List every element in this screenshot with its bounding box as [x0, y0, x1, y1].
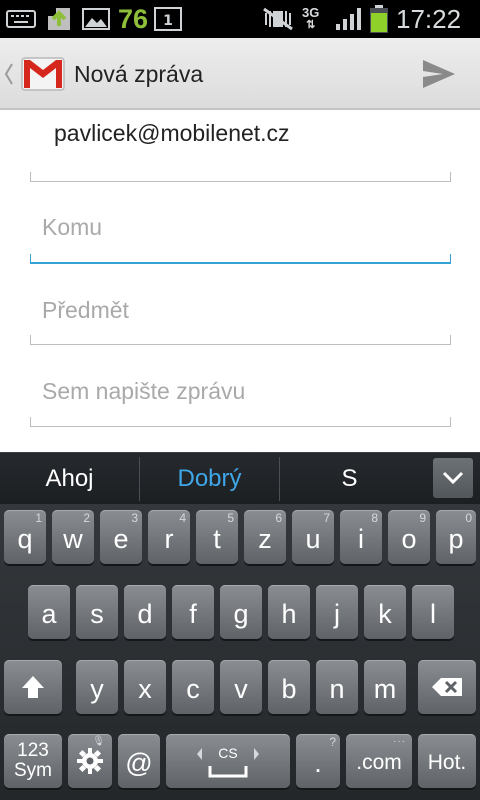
key-v[interactable]: v [220, 660, 262, 714]
subject-field[interactable]: Předmět [42, 297, 129, 324]
upload-icon [44, 0, 74, 38]
network-type: 3G ⇅ [302, 5, 320, 31]
more-options-dots: ··· [393, 736, 406, 747]
chevron-down-icon [442, 471, 464, 485]
suggestion-3[interactable]: S [280, 453, 419, 505]
from-field-underline [30, 172, 451, 182]
send-icon [423, 60, 455, 88]
key-e[interactable]: 3e [100, 510, 142, 564]
key-z[interactable]: 6z [244, 510, 286, 564]
key-h[interactable]: h [268, 585, 310, 639]
status-bar: 76 1 3G ⇅ 17:22 [0, 0, 480, 38]
key-u[interactable]: 7u [292, 510, 334, 564]
key-x[interactable]: x [124, 660, 166, 714]
key-n[interactable]: n [316, 660, 358, 714]
to-field[interactable]: Komu [42, 214, 102, 241]
action-bar: Nová zpráva [0, 38, 480, 110]
gallery-icon [82, 0, 110, 38]
up-chevron-icon[interactable] [4, 62, 14, 86]
key-b[interactable]: b [268, 660, 310, 714]
suggestion-2[interactable]: Dobrý [140, 453, 279, 505]
from-account[interactable]: pavlicek@mobilenet.cz [54, 120, 290, 147]
key-m[interactable]: m [364, 660, 406, 714]
key-j[interactable]: j [316, 585, 358, 639]
compose-form: pavlicek@mobilenet.cz Komu Předmět Sem n… [0, 110, 480, 452]
key-w[interactable]: 2w [52, 510, 94, 564]
shift-icon [22, 676, 44, 698]
key-d[interactable]: d [124, 585, 166, 639]
body-field-underline [30, 417, 451, 427]
symbols-key[interactable]: 123 Sym [4, 734, 62, 788]
clock: 17:22 [396, 3, 462, 34]
key-y[interactable]: y [76, 660, 118, 714]
key-a[interactable]: a [28, 585, 70, 639]
key-l[interactable]: l [412, 585, 454, 639]
gear-icon [77, 748, 103, 774]
mute-vibrate-icon [262, 0, 294, 38]
key-q[interactable]: 1q [4, 510, 46, 564]
mic-hint-icon: 🎙 [92, 736, 106, 747]
backspace-icon [432, 678, 462, 696]
key-p[interactable]: 0p [436, 510, 476, 564]
suggestion-1[interactable]: Ahoj [0, 453, 139, 505]
key-s[interactable]: s [76, 585, 118, 639]
key-i[interactable]: 8i [340, 510, 382, 564]
key-r[interactable]: 4r [148, 510, 190, 564]
keyboard-icon [6, 0, 36, 38]
suggestion-strip: Ahoj Dobrý S [0, 452, 480, 504]
signal-icon [334, 0, 364, 38]
backspace-key[interactable] [418, 660, 476, 714]
collapse-suggestions-button[interactable] [433, 458, 473, 498]
battery-icon [368, 0, 390, 38]
space-key[interactable]: CS [166, 734, 290, 788]
calendar-icon: 1 [154, 0, 182, 38]
period-key[interactable]: ?. [296, 734, 340, 788]
notification-count: 76 [118, 3, 149, 34]
send-button[interactable] [416, 52, 462, 96]
hot-key[interactable]: Hot. [418, 734, 476, 788]
key-k[interactable]: k [364, 585, 406, 639]
key-o[interactable]: 9o [388, 510, 430, 564]
key-g[interactable]: g [220, 585, 262, 639]
space-language-icon: CS [197, 745, 259, 778]
settings-key[interactable]: 🎙 [68, 734, 112, 788]
key-f[interactable]: f [172, 585, 214, 639]
to-field-underline [30, 254, 451, 264]
svg-text:1: 1 [163, 13, 173, 29]
key-c[interactable]: c [172, 660, 214, 714]
body-field[interactable]: Sem napište zprávu [42, 378, 245, 405]
subject-field-underline [30, 335, 451, 345]
keyboard: 1q 2w 3e 4r 5t 6z 7u 8i 9o 0p a s d f g … [0, 504, 480, 800]
at-key[interactable]: @ [118, 734, 160, 788]
page-title: Nová zpráva [74, 60, 204, 87]
dotcom-key[interactable]: ··· .com [346, 734, 412, 788]
key-t[interactable]: 5t [196, 510, 238, 564]
gmail-logo-icon[interactable] [20, 50, 66, 96]
shift-key[interactable] [4, 660, 62, 714]
language-label: CS [218, 745, 237, 761]
